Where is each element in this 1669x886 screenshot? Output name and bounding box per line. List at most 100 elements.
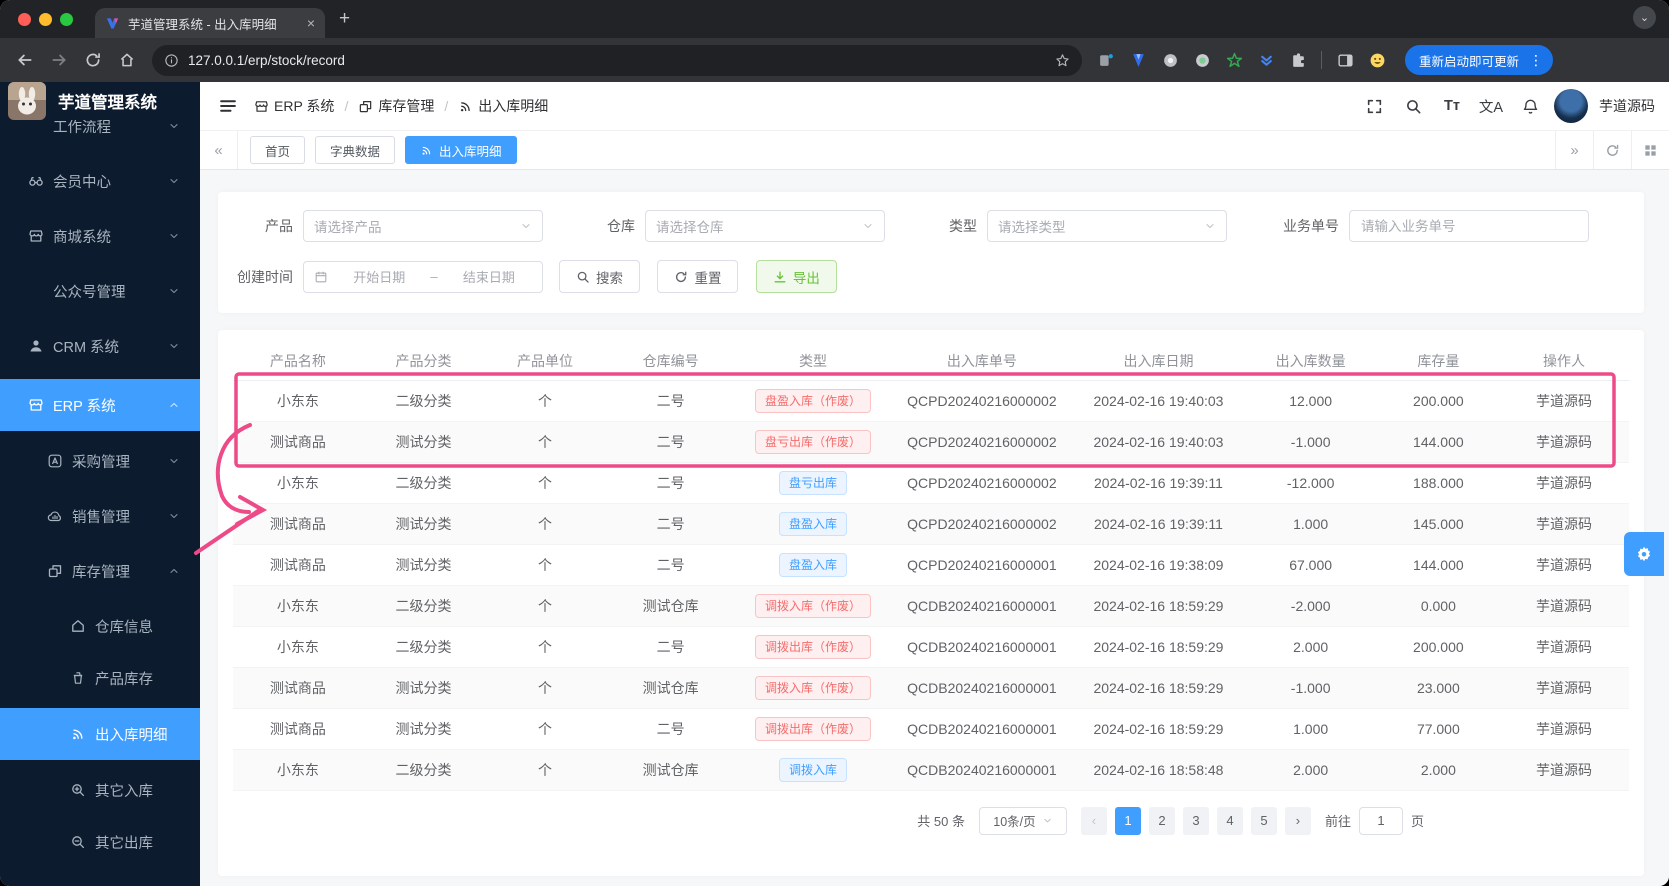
sidebar-item-CRM 系统[interactable]: CRM 系统 bbox=[0, 324, 200, 368]
cell-category: 二级分类 bbox=[362, 462, 485, 504]
window-zoom-button[interactable] bbox=[60, 12, 73, 26]
extension-v-icon[interactable] bbox=[1124, 46, 1152, 74]
reload-icon[interactable] bbox=[78, 45, 108, 75]
back-icon[interactable] bbox=[10, 45, 40, 75]
sidebar-item-其它入库[interactable]: 其它入库 bbox=[0, 768, 200, 812]
browser-menu-icon[interactable]: ⋮ bbox=[1525, 52, 1547, 69]
table-row[interactable]: 测试商品 测试分类个二号 盘盈入库 QCPD20240216000001 2024-02… bbox=[233, 544, 1629, 586]
tags-scroll-left-icon[interactable]: « bbox=[200, 131, 238, 169]
sidebar-item-商城系统[interactable]: 商城系统 bbox=[0, 214, 200, 258]
table-row[interactable]: 小东东 二级分类个二号 调拨出库（作废） QCDB20240216000001 2024… bbox=[233, 626, 1629, 668]
extension-star-icon[interactable] bbox=[1220, 46, 1248, 74]
table-row[interactable]: 测试商品 测试分类个二号 盘盈入库 QCPD20240216000002 2024-02… bbox=[233, 503, 1629, 545]
theme-settings-button[interactable] bbox=[1624, 532, 1664, 576]
filter-select-类型[interactable]: 请选择类型 bbox=[987, 210, 1227, 242]
search-icon[interactable] bbox=[1398, 91, 1428, 121]
date-range-input[interactable]: 开始日期 – 结束日期 bbox=[303, 260, 543, 293]
app-logo-row[interactable]: 芋道管理系统 bbox=[0, 82, 200, 120]
sidebar-item-会员中心[interactable]: 会员中心 bbox=[0, 159, 200, 203]
browser-update-button[interactable]: 重新启动即可更新 ⋮ bbox=[1405, 45, 1554, 75]
page-button-5[interactable]: 5 bbox=[1250, 806, 1277, 835]
extensions-puzzle-icon[interactable] bbox=[1284, 46, 1312, 74]
new-tab-button[interactable]: + bbox=[339, 8, 350, 30]
sidebar-item-库存管理[interactable]: 库存管理 bbox=[0, 549, 200, 593]
page-button-2[interactable]: 2 bbox=[1148, 806, 1175, 835]
cell-order_no: QCPD20240216000002 bbox=[890, 380, 1074, 422]
page-tag-首页[interactable]: 首页 bbox=[250, 136, 306, 164]
table-row[interactable]: 小东东 二级分类个二号 盘亏出库 QCPD20240216000002 2024-02-… bbox=[233, 462, 1629, 504]
filter-group-仓库: 仓库 请选择仓库 bbox=[575, 210, 885, 242]
goto-page-input[interactable] bbox=[1358, 806, 1403, 835]
breadcrumb-item-ERP 系统[interactable]: ERP 系统 bbox=[254, 96, 334, 116]
side-panel-icon[interactable] bbox=[1331, 46, 1359, 74]
page-tag-出入库明细[interactable]: 出入库明细 bbox=[405, 136, 517, 164]
sidebar-item-产品库存[interactable]: 产品库存 bbox=[0, 656, 200, 700]
page-button-3[interactable]: 3 bbox=[1182, 806, 1209, 835]
sidebar-item-采购管理[interactable]: 采购管理 bbox=[0, 439, 200, 483]
tab-close-icon[interactable]: × bbox=[307, 15, 315, 31]
column-header-产品分类: 产品分类 bbox=[362, 342, 485, 381]
layout-grid-icon[interactable] bbox=[1631, 131, 1669, 169]
table-row[interactable]: 测试商品 测试分类个二号 盘亏出库（作废） QCPD20240216000002 202… bbox=[233, 421, 1629, 463]
font-size-icon[interactable]: Tт bbox=[1437, 91, 1467, 121]
site-info-icon[interactable] bbox=[164, 53, 179, 68]
cell-unit: 个 bbox=[484, 462, 606, 504]
cell-product: 小东东 bbox=[233, 462, 363, 504]
window-minimize-button[interactable] bbox=[39, 12, 52, 26]
notification-bell-icon[interactable] bbox=[1515, 91, 1545, 121]
browser-tab[interactable]: 芋道管理系统 - 出入库明细 × bbox=[95, 8, 325, 38]
page-button-4[interactable]: 4 bbox=[1216, 806, 1243, 835]
filter-select-产品[interactable]: 请选择产品 bbox=[303, 210, 543, 242]
collapse-menu-icon[interactable] bbox=[218, 96, 238, 116]
profile-avatar-icon[interactable] bbox=[1363, 46, 1391, 74]
table-header-row: 产品名称 产品分类 产品单位 仓库编号 类型 出入库单号 出入库日期 出入库数量 库存量 操作人 bbox=[233, 342, 1629, 381]
sidebar-item-label: 销售管理 bbox=[72, 509, 130, 526]
reset-button[interactable]: 重置 bbox=[657, 260, 739, 293]
filter-select-仓库[interactable]: 请选择仓库 bbox=[645, 210, 885, 242]
table-row[interactable]: 小东东 二级分类个二号 盘盈入库（作废） QCPD20240216000002 2024… bbox=[233, 380, 1629, 422]
window-close-button[interactable] bbox=[18, 12, 31, 26]
sidebar-item-仓库信息[interactable]: 仓库信息 bbox=[0, 604, 200, 648]
page-tag-字典数据[interactable]: 字典数据 bbox=[315, 136, 396, 164]
breadcrumb-item-库存管理[interactable]: 库存管理 bbox=[358, 96, 434, 116]
translate-icon[interactable]: 文A bbox=[1476, 91, 1506, 121]
extension-chevrons-icon[interactable] bbox=[1252, 46, 1280, 74]
next-page-button[interactable]: › bbox=[1284, 806, 1311, 835]
address-bar[interactable]: 127.0.0.1/erp/stock/record bbox=[152, 44, 1082, 76]
page-button-1[interactable]: 1 bbox=[1114, 806, 1141, 835]
filter-input-业务单号[interactable] bbox=[1349, 210, 1589, 242]
sidebar-item-销售管理[interactable]: 销售管理 bbox=[0, 494, 200, 538]
extension-green-circle-icon[interactable] bbox=[1188, 46, 1216, 74]
extension-password-icon[interactable] bbox=[1092, 46, 1120, 74]
sidebar-item-其它出库[interactable]: 其它出库 bbox=[0, 820, 200, 864]
fullscreen-icon[interactable] bbox=[1359, 91, 1389, 121]
sidebar-item-库存调拨[interactable]: 库存调拨 bbox=[0, 872, 200, 886]
table-row[interactable]: 小东东 二级分类个测试仓库 调拨入库（作废） QCDB20240216000001 20… bbox=[233, 585, 1629, 627]
home-icon[interactable] bbox=[112, 45, 142, 75]
username[interactable]: 芋道源码 bbox=[1599, 96, 1655, 116]
extension-circle-icon[interactable] bbox=[1156, 46, 1184, 74]
user-avatar[interactable] bbox=[1554, 89, 1588, 123]
table-row[interactable]: 测试商品 测试分类个测试仓库 调拨入库（作废） QCDB20240216000001 2… bbox=[233, 667, 1629, 709]
tab-overflow-chevron-icon[interactable]: ⌄ bbox=[1633, 6, 1656, 29]
table-row[interactable]: 测试商品 测试分类个二号 调拨出库（作废） QCDB20240216000001 202… bbox=[233, 708, 1629, 750]
export-button[interactable]: 导出 bbox=[755, 260, 837, 293]
page-size-select[interactable]: 10条/页 bbox=[978, 806, 1067, 835]
prev-page-button[interactable]: ‹ bbox=[1080, 806, 1107, 835]
search-button[interactable]: 搜索 bbox=[559, 260, 640, 293]
bookmark-star-icon[interactable] bbox=[1055, 53, 1070, 68]
cell-category: 测试分类 bbox=[362, 708, 485, 750]
tags-scroll-right-icon[interactable]: » bbox=[1555, 131, 1593, 169]
cell-product: 小东东 bbox=[233, 380, 363, 422]
record-signal-icon bbox=[458, 99, 473, 114]
table-row[interactable]: 小东东 二级分类个测试仓库 调拨入库 QCDB20240216000001 2024-0… bbox=[233, 749, 1629, 791]
sidebar-item-公众号管理[interactable]: 公众号管理 bbox=[0, 269, 200, 313]
cell-unit: 个 bbox=[484, 749, 606, 791]
sidebar-item-ERP 系统[interactable]: ERP 系统 bbox=[0, 379, 200, 431]
tags-refresh-icon[interactable] bbox=[1593, 131, 1631, 169]
forward-icon[interactable] bbox=[44, 45, 74, 75]
zoom-in-icon bbox=[70, 782, 86, 798]
sidebar-item-出入库明细[interactable]: 出入库明细 bbox=[0, 708, 200, 760]
cell-product: 测试商品 bbox=[233, 503, 363, 545]
cell-date: 2024-02-16 18:58:48 bbox=[1073, 749, 1244, 791]
